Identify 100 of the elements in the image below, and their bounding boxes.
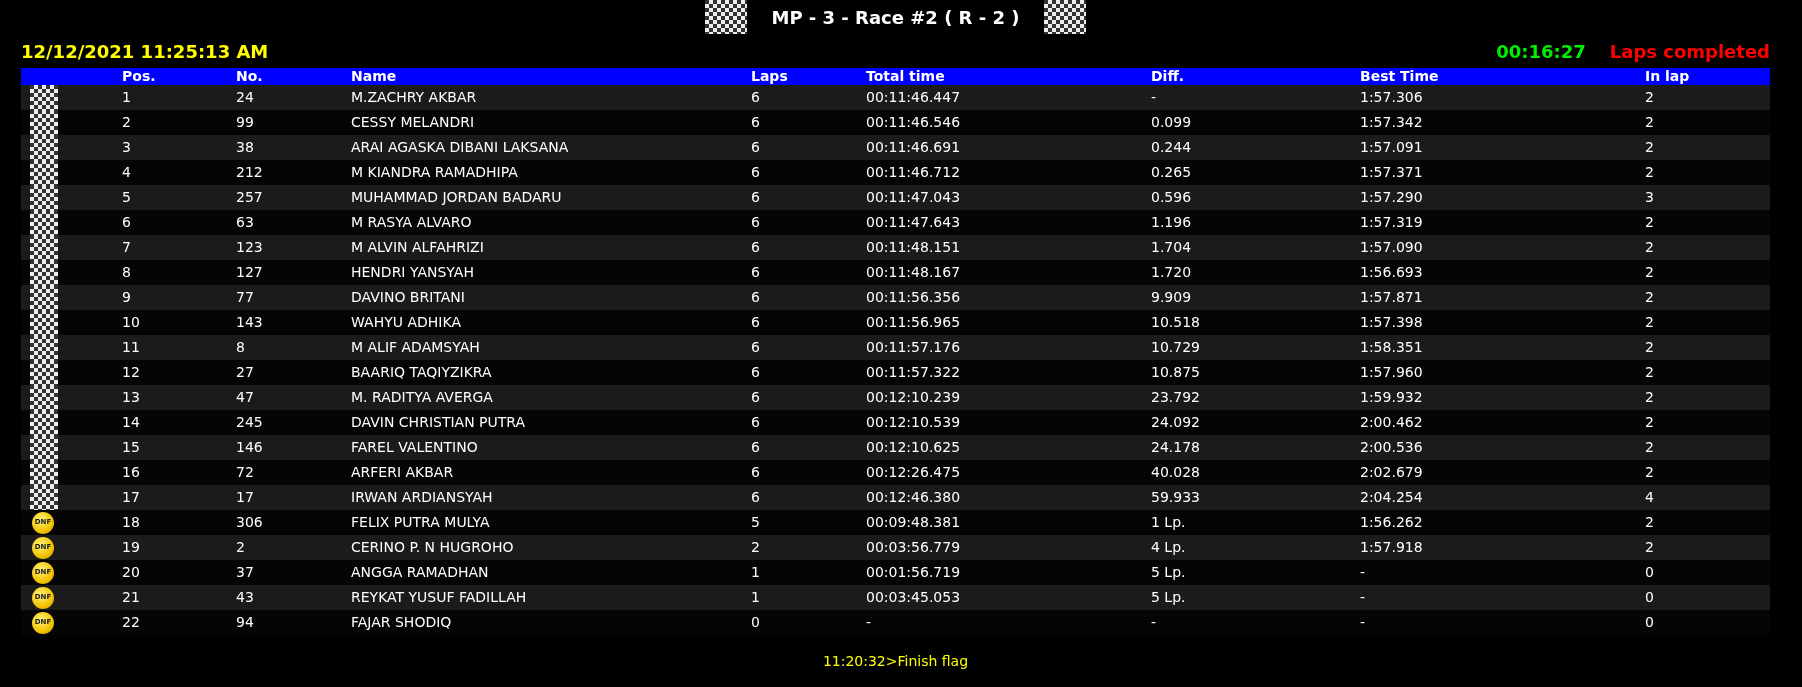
table-cell: 00:11:46.447 [863, 85, 1148, 110]
table-cell: BAARIQ TAQIYZIKRA [348, 360, 748, 385]
table-cell: 6 [748, 135, 863, 160]
table-cell: 3 [1642, 185, 1770, 210]
table-cell: 38 [233, 135, 348, 160]
table-cell: 0.265 [1148, 160, 1357, 185]
checkered-flag-icon [30, 460, 58, 485]
column-header: Best Time [1357, 68, 1642, 85]
table-cell: 2 [1642, 110, 1770, 135]
table-cell: 1 [748, 560, 863, 585]
table-cell: 00:11:57.322 [863, 360, 1148, 385]
table-cell: - [863, 610, 1148, 635]
table-cell: 9 [119, 285, 233, 310]
table-cell: 00:12:10.625 [863, 435, 1148, 460]
table-cell: 21 [119, 585, 233, 610]
table-cell: 17 [119, 485, 233, 510]
table-cell: 1:57.306 [1357, 85, 1642, 110]
table-cell: M KIANDRA RAMADHIPA [348, 160, 748, 185]
table-cell: 00:11:48.167 [863, 260, 1148, 285]
table-cell: 12 [119, 360, 233, 385]
table-cell: 59.933 [1148, 485, 1357, 510]
table-cell: 00:11:47.643 [863, 210, 1148, 235]
checkered-flag-icon [30, 285, 58, 310]
table-cell: 00:03:56.779 [863, 535, 1148, 560]
checkered-flag-icon [30, 360, 58, 385]
table-cell: 0 [1642, 610, 1770, 635]
table-cell: 6 [748, 360, 863, 385]
table-cell: 6 [748, 385, 863, 410]
table-cell: 2 [1642, 435, 1770, 460]
checkered-flag-icon [30, 160, 58, 185]
table-cell: - [1148, 610, 1357, 635]
table-cell: 6 [748, 335, 863, 360]
table-cell: HENDRI YANSYAH [348, 260, 748, 285]
table-cell: 1:56.262 [1357, 510, 1642, 535]
table-cell: 5 Lp. [1148, 585, 1357, 610]
table-cell: 123 [233, 235, 348, 260]
table-cell: CESSY MELANDRI [348, 110, 748, 135]
table-cell: 2 [1642, 410, 1770, 435]
table-cell: 8 [119, 260, 233, 285]
table-cell: M ALVIN ALFAHRIZI [348, 235, 748, 260]
table-cell: 17 [233, 485, 348, 510]
table-cell: 1.720 [1148, 260, 1357, 285]
table-cell: 6 [748, 260, 863, 285]
table-cell: 13 [119, 385, 233, 410]
table-cell: 6 [748, 185, 863, 210]
table-cell: 43 [233, 585, 348, 610]
table-cell: 00:12:10.539 [863, 410, 1148, 435]
table-cell: 24.092 [1148, 410, 1357, 435]
table-cell: 6 [119, 210, 233, 235]
table-cell: 0 [748, 610, 863, 635]
elapsed-time: 00:16:27 [1496, 39, 1586, 64]
table-cell: 10.875 [1148, 360, 1357, 385]
table-cell: 2:04.254 [1357, 485, 1642, 510]
column-header: Laps [748, 68, 863, 85]
table-cell: 00:11:57.176 [863, 335, 1148, 360]
table-cell: 1:57.290 [1357, 185, 1642, 210]
table-cell: - [1357, 585, 1642, 610]
table-cell: 6 [748, 410, 863, 435]
table-cell: 27 [233, 360, 348, 385]
race-title: MP - 3 - Race #2 ( R - 2 ) [771, 5, 1020, 30]
table-cell: 1:58.351 [1357, 335, 1642, 360]
checkered-flag-icon [30, 85, 58, 110]
table-cell: 6 [748, 485, 863, 510]
table-cell: 23.792 [1148, 385, 1357, 410]
race-status: Laps completed [1609, 39, 1770, 64]
table-cell: 4 [119, 160, 233, 185]
table-cell: CERINO P. N HUGROHO [348, 535, 748, 560]
table-cell: 14 [119, 410, 233, 435]
table-cell: 6 [748, 110, 863, 135]
table-cell: 94 [233, 610, 348, 635]
table-cell: 00:11:48.151 [863, 235, 1148, 260]
table-cell: 24.178 [1148, 435, 1357, 460]
table-cell: 1:59.932 [1357, 385, 1642, 410]
table-cell: ANGGA RAMADHAN [348, 560, 748, 585]
table-cell: 6 [748, 210, 863, 235]
table-cell: 47 [233, 385, 348, 410]
table-cell: 1 Lp. [1148, 510, 1357, 535]
table-cell: 2 [1642, 535, 1770, 560]
checkered-flag-icon [30, 210, 58, 235]
table-cell: 2 [1642, 310, 1770, 335]
table-cell: M. RADITYA AVERGA [348, 385, 748, 410]
table-cell: MUHAMMAD JORDAN BADARU [348, 185, 748, 210]
table-cell: ARFERI AKBAR [348, 460, 748, 485]
table-cell: M RASYA ALVARO [348, 210, 748, 235]
table-cell: 2:00.536 [1357, 435, 1642, 460]
table-cell: 1:57.091 [1357, 135, 1642, 160]
table-cell: 2 [1642, 210, 1770, 235]
table-cell: 5 [748, 510, 863, 535]
table-cell: 00:11:47.043 [863, 185, 1148, 210]
table-cell: 1 [119, 85, 233, 110]
table-cell: 1:57.960 [1357, 360, 1642, 385]
table-cell: 143 [233, 310, 348, 335]
table-cell: 0.596 [1148, 185, 1357, 210]
column-header: Pos. [119, 68, 233, 85]
table-cell: 2 [1642, 360, 1770, 385]
table-cell: 11 [119, 335, 233, 360]
table-cell: 00:11:46.546 [863, 110, 1148, 135]
table-cell: 127 [233, 260, 348, 285]
table-cell: 1:57.319 [1357, 210, 1642, 235]
finish-flag-note: 11:20:32>Finish flag [822, 652, 969, 671]
